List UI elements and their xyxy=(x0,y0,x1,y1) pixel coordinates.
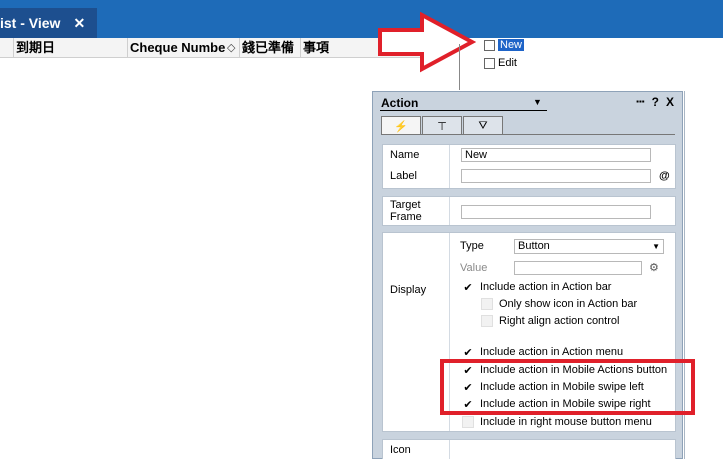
mini-menu-new-label: New xyxy=(498,39,525,51)
column-header-label: Cheque Numbe xyxy=(130,40,226,55)
type-dropdown[interactable]: Button ▼ xyxy=(514,239,664,254)
option-right-align[interactable]: Right align action control xyxy=(481,315,619,327)
chevron-down-icon[interactable]: ▼ xyxy=(533,97,542,107)
tabs-underline xyxy=(381,134,675,135)
mini-menu-edit-label: Edit xyxy=(498,57,517,69)
option-icon-only[interactable]: Only show icon in Action bar xyxy=(481,298,637,310)
panel-tabs: ⚡ ⊤ ⛛ xyxy=(381,116,504,135)
panel-tools: ▪▪▪ ? X xyxy=(636,95,674,109)
checkbox-checked-icon[interactable]: ✔ xyxy=(462,346,474,359)
help-icon[interactable]: ? xyxy=(652,95,659,109)
column-header-row: 到期日 Cheque Numbe ◇ 錢已準備 事項 xyxy=(0,38,440,58)
panel-title-underline xyxy=(380,110,547,111)
tab-title: ist - View xyxy=(0,15,61,31)
option-action-menu[interactable]: ✔ Include action in Action menu xyxy=(462,346,624,359)
close-icon[interactable]: ✕ xyxy=(73,15,85,32)
type-label: Type xyxy=(460,240,484,252)
option-action-bar[interactable]: ✔ Include action in Action bar xyxy=(462,281,612,294)
value-label: Value xyxy=(460,262,488,274)
option-label: Include action in Action bar xyxy=(480,281,612,293)
option-right-mouse[interactable]: Include in right mouse button menu xyxy=(462,416,652,428)
name-field[interactable]: New xyxy=(461,148,651,162)
tab-action-info[interactable]: ⚡ xyxy=(381,116,421,135)
label-field[interactable] xyxy=(461,169,651,183)
connector-line xyxy=(459,44,460,90)
checkbox-empty-icon[interactable] xyxy=(481,315,493,327)
option-label: Include action in Action menu xyxy=(480,346,624,358)
top-bar: ist - View ✕ xyxy=(0,0,723,38)
mini-menu-edit[interactable]: Edit xyxy=(484,57,517,69)
option-label: Right align action control xyxy=(499,315,620,327)
checkbox-checked-icon[interactable]: ✔ xyxy=(462,281,474,294)
panel-menu-icon[interactable]: ▪▪▪ xyxy=(636,95,645,109)
option-label: Include in right mouse button menu xyxy=(480,416,652,428)
view-tab[interactable]: ist - View ✕ xyxy=(0,8,97,38)
label-label: Label xyxy=(390,170,417,182)
advanced-icon: ⛛ xyxy=(478,119,488,132)
section-divider xyxy=(449,145,450,188)
icon-section: Icon xyxy=(382,439,676,459)
panel-header: Action ▼ ▪▪▪ ? X xyxy=(373,92,682,114)
checkbox-empty-icon[interactable] xyxy=(481,298,493,310)
option-label: Only show icon in Action bar xyxy=(499,298,638,310)
target-frame-section: Target Frame xyxy=(382,196,676,226)
value-field[interactable] xyxy=(514,261,642,275)
panel-close-icon[interactable]: X xyxy=(666,95,674,109)
sort-icon[interactable]: ◇ xyxy=(227,38,235,58)
section-divider xyxy=(449,440,450,459)
red-arrow-icon xyxy=(378,12,476,73)
highlight-box xyxy=(440,359,695,415)
target-frame-field[interactable] xyxy=(461,205,651,219)
icon-label: Icon xyxy=(390,444,411,456)
formula-at-icon[interactable]: @ xyxy=(659,170,670,182)
new-doc-icon xyxy=(484,39,495,51)
column-header-blank xyxy=(0,38,14,58)
type-dropdown-value: Button xyxy=(518,240,550,252)
name-label-section: Name New Label @ xyxy=(382,144,676,189)
column-header-ready[interactable]: 錢已準備 xyxy=(240,38,301,58)
panel-title: Action xyxy=(381,96,419,110)
display-label: Display xyxy=(390,284,427,296)
target-frame-label: Target Frame xyxy=(390,199,422,223)
tab-advanced[interactable]: ⛛ xyxy=(463,116,503,135)
chevron-down-icon: ▼ xyxy=(652,242,660,251)
name-label: Name xyxy=(390,149,420,161)
tab-hide-when[interactable]: ⊤ xyxy=(422,116,462,135)
hide-when-icon: ⊤ xyxy=(437,120,447,133)
lightning-icon: ⚡ xyxy=(394,120,408,133)
edit-doc-icon xyxy=(484,57,495,69)
section-divider xyxy=(449,197,450,225)
column-header-due-date[interactable]: 到期日 xyxy=(14,38,128,58)
checkbox-empty-icon[interactable] xyxy=(462,416,474,428)
column-header-cheque-number[interactable]: Cheque Numbe xyxy=(128,38,240,58)
mini-menu-new[interactable]: New xyxy=(484,39,525,51)
image-picker-icon[interactable]: ⚙ xyxy=(649,261,659,274)
